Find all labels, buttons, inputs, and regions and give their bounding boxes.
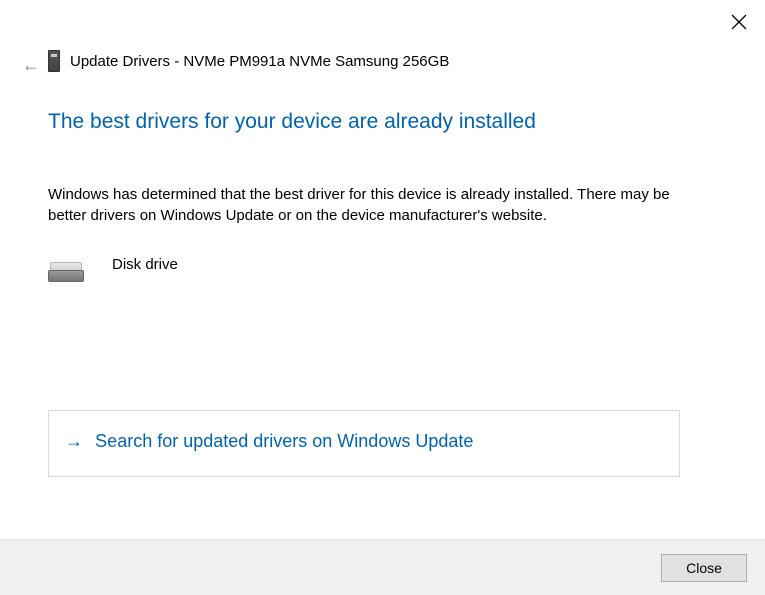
footer-bar: Close: [0, 539, 765, 595]
back-arrow-icon[interactable]: ←: [22, 56, 40, 74]
close-button[interactable]: Close: [661, 554, 747, 582]
disk-drive-icon: [48, 262, 84, 284]
search-windows-update-label: Search for updated drivers on Windows Up…: [95, 431, 473, 451]
result-body: Windows has determined that the best dri…: [48, 184, 688, 226]
close-icon[interactable]: [731, 14, 747, 30]
device-row: Disk drive: [48, 256, 717, 284]
result-heading: The best drivers for your device are alr…: [48, 110, 717, 134]
device-icon: [48, 50, 60, 72]
wizard-title-row: Update Drivers - NVMe PM991a NVMe Samsun…: [48, 50, 449, 72]
content-area: The best drivers for your device are alr…: [48, 110, 717, 314]
arrow-right-icon: →: [65, 431, 83, 452]
device-label: Disk drive: [112, 256, 178, 273]
search-windows-update-link[interactable]: → Search for updated drivers on Windows …: [48, 410, 680, 477]
wizard-title: Update Drivers - NVMe PM991a NVMe Samsun…: [70, 53, 449, 70]
